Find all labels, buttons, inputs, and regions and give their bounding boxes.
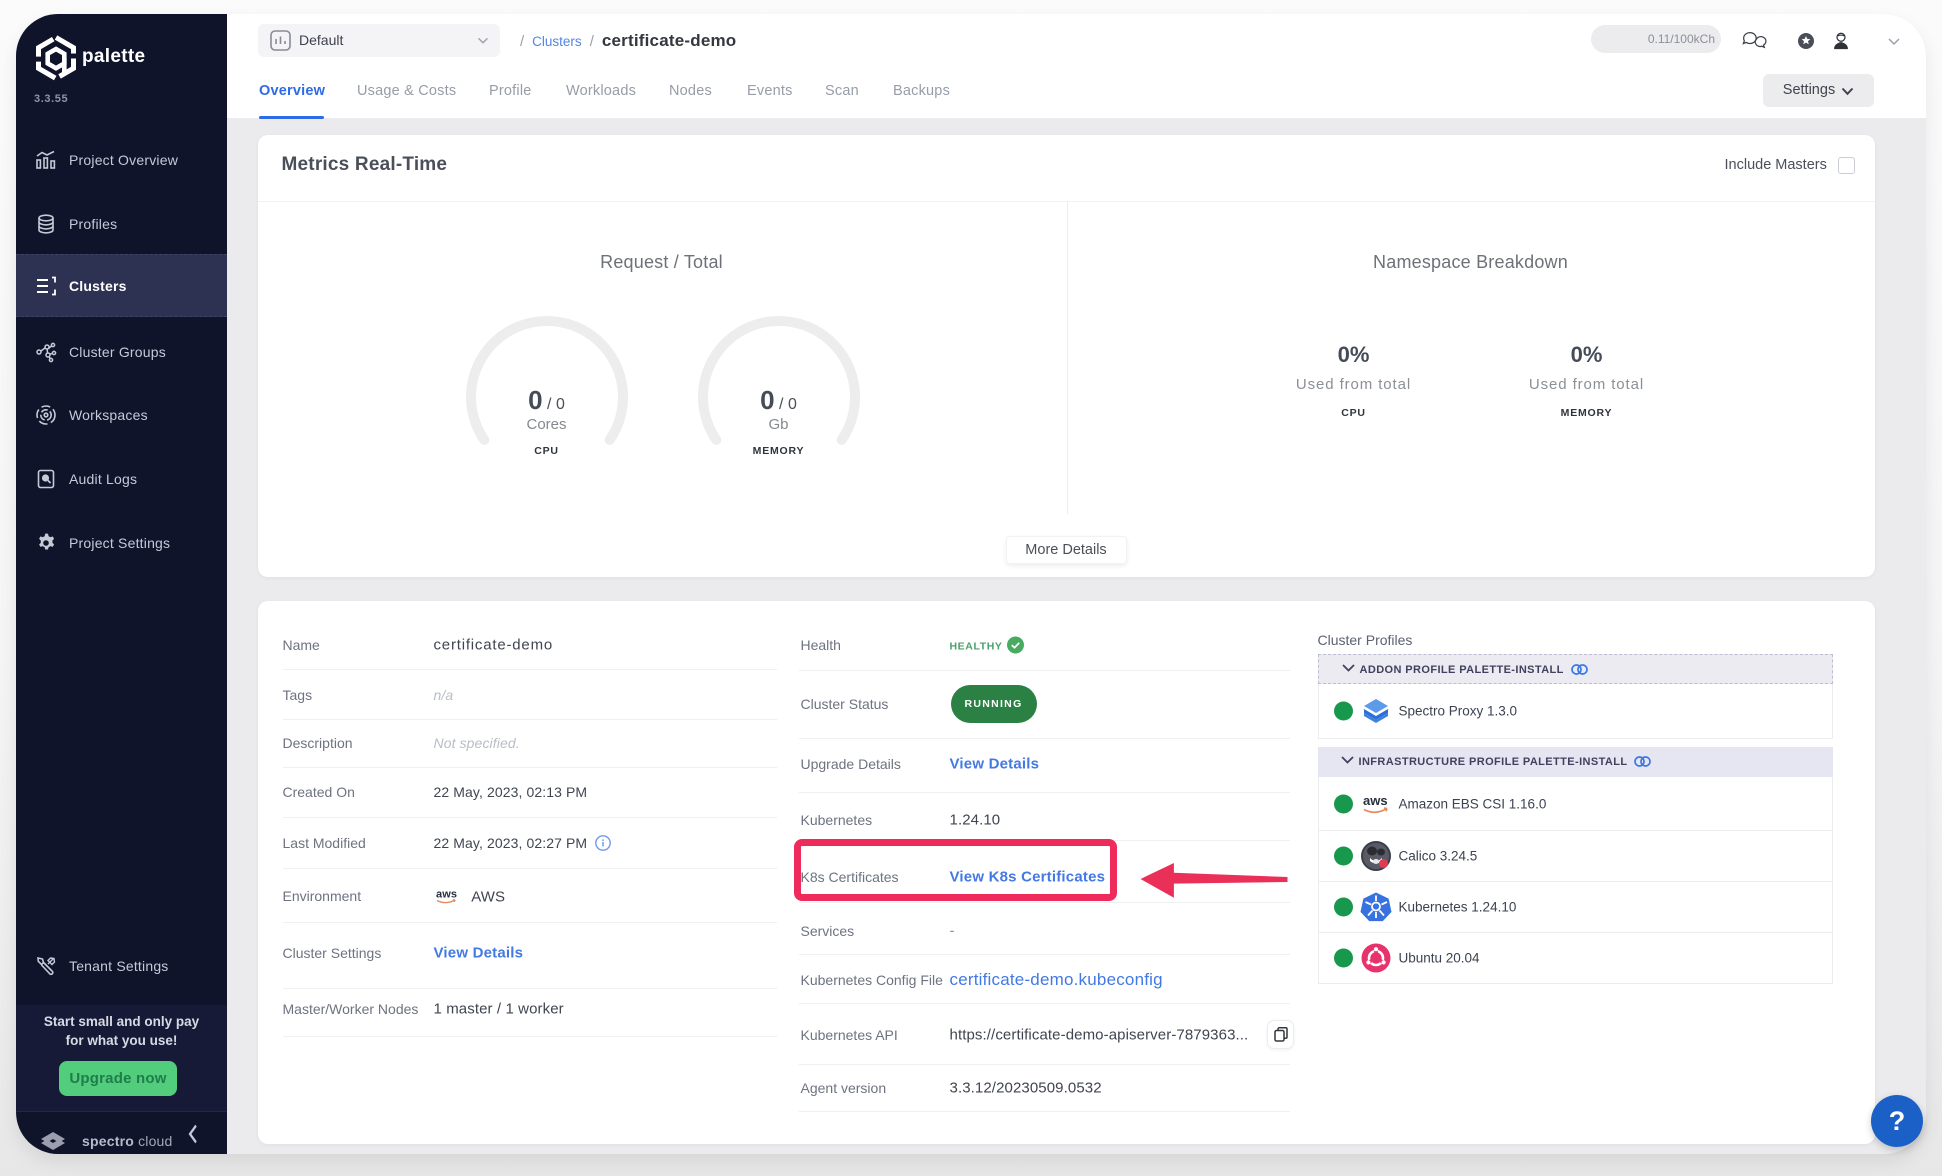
svg-text:aws: aws [436,889,457,901]
svg-text:aws: aws [1363,793,1388,808]
